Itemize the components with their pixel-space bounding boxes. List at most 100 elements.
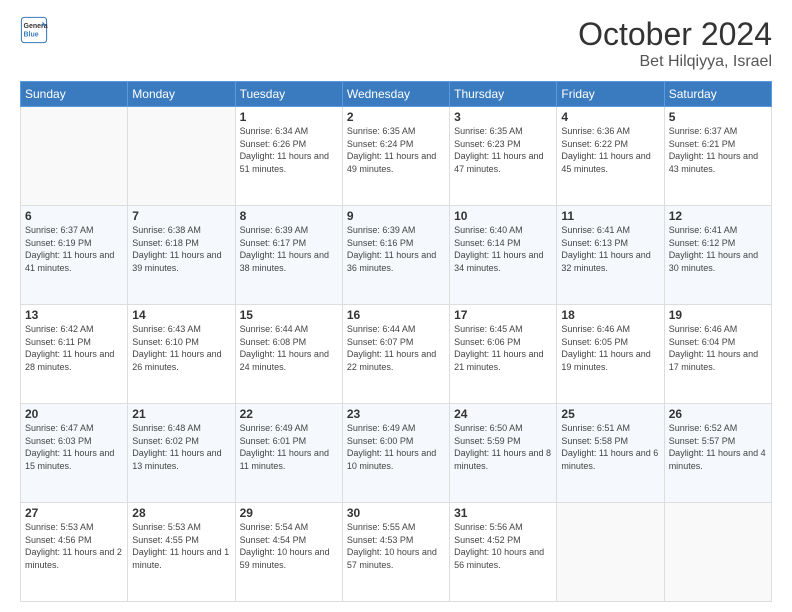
calendar-cell: 7Sunrise: 6:38 AMSunset: 6:18 PMDaylight… — [128, 206, 235, 305]
calendar-cell — [21, 107, 128, 206]
cell-info: Sunrise: 6:39 AMSunset: 6:17 PMDaylight:… — [240, 224, 338, 274]
calendar-cell: 17Sunrise: 6:45 AMSunset: 6:06 PMDayligh… — [450, 305, 557, 404]
day-number: 17 — [454, 308, 552, 322]
calendar-cell — [128, 107, 235, 206]
location-title: Bet Hilqiyya, Israel — [578, 53, 772, 71]
cell-info: Sunrise: 6:44 AMSunset: 6:07 PMDaylight:… — [347, 323, 445, 373]
calendar-week-row: 6Sunrise: 6:37 AMSunset: 6:19 PMDaylight… — [21, 206, 772, 305]
calendar-cell: 31Sunrise: 5:56 AMSunset: 4:52 PMDayligh… — [450, 503, 557, 602]
day-of-week-header: Thursday — [450, 82, 557, 107]
calendar-cell: 20Sunrise: 6:47 AMSunset: 6:03 PMDayligh… — [21, 404, 128, 503]
calendar-cell: 6Sunrise: 6:37 AMSunset: 6:19 PMDaylight… — [21, 206, 128, 305]
calendar-cell: 1Sunrise: 6:34 AMSunset: 6:26 PMDaylight… — [235, 107, 342, 206]
day-number: 28 — [132, 506, 230, 520]
title-block: October 2024 Bet Hilqiyya, Israel — [578, 16, 772, 71]
day-number: 12 — [669, 209, 767, 223]
month-title: October 2024 — [578, 16, 772, 53]
calendar-cell — [557, 503, 664, 602]
cell-info: Sunrise: 6:46 AMSunset: 6:04 PMDaylight:… — [669, 323, 767, 373]
day-number: 14 — [132, 308, 230, 322]
calendar-cell: 18Sunrise: 6:46 AMSunset: 6:05 PMDayligh… — [557, 305, 664, 404]
cell-info: Sunrise: 6:38 AMSunset: 6:18 PMDaylight:… — [132, 224, 230, 274]
calendar-cell: 5Sunrise: 6:37 AMSunset: 6:21 PMDaylight… — [664, 107, 771, 206]
cell-info: Sunrise: 5:53 AMSunset: 4:56 PMDaylight:… — [25, 521, 123, 571]
calendar-cell: 9Sunrise: 6:39 AMSunset: 6:16 PMDaylight… — [342, 206, 449, 305]
calendar-cell: 27Sunrise: 5:53 AMSunset: 4:56 PMDayligh… — [21, 503, 128, 602]
page: General Blue October 2024 Bet Hilqiyya, … — [0, 0, 792, 612]
cell-info: Sunrise: 6:50 AMSunset: 5:59 PMDaylight:… — [454, 422, 552, 472]
calendar-cell: 25Sunrise: 6:51 AMSunset: 5:58 PMDayligh… — [557, 404, 664, 503]
day-number: 25 — [561, 407, 659, 421]
calendar-cell: 19Sunrise: 6:46 AMSunset: 6:04 PMDayligh… — [664, 305, 771, 404]
calendar-cell: 23Sunrise: 6:49 AMSunset: 6:00 PMDayligh… — [342, 404, 449, 503]
day-number: 2 — [347, 110, 445, 124]
cell-info: Sunrise: 6:34 AMSunset: 6:26 PMDaylight:… — [240, 125, 338, 175]
cell-info: Sunrise: 6:37 AMSunset: 6:21 PMDaylight:… — [669, 125, 767, 175]
calendar-cell: 14Sunrise: 6:43 AMSunset: 6:10 PMDayligh… — [128, 305, 235, 404]
calendar-week-row: 13Sunrise: 6:42 AMSunset: 6:11 PMDayligh… — [21, 305, 772, 404]
calendar-cell: 16Sunrise: 6:44 AMSunset: 6:07 PMDayligh… — [342, 305, 449, 404]
calendar-cell: 3Sunrise: 6:35 AMSunset: 6:23 PMDaylight… — [450, 107, 557, 206]
day-number: 31 — [454, 506, 552, 520]
day-number: 8 — [240, 209, 338, 223]
day-number: 16 — [347, 308, 445, 322]
calendar-week-row: 20Sunrise: 6:47 AMSunset: 6:03 PMDayligh… — [21, 404, 772, 503]
day-number: 29 — [240, 506, 338, 520]
day-number: 1 — [240, 110, 338, 124]
calendar-cell: 4Sunrise: 6:36 AMSunset: 6:22 PMDaylight… — [557, 107, 664, 206]
cell-info: Sunrise: 6:41 AMSunset: 6:13 PMDaylight:… — [561, 224, 659, 274]
cell-info: Sunrise: 6:41 AMSunset: 6:12 PMDaylight:… — [669, 224, 767, 274]
day-number: 5 — [669, 110, 767, 124]
day-number: 18 — [561, 308, 659, 322]
day-number: 9 — [347, 209, 445, 223]
day-number: 10 — [454, 209, 552, 223]
day-number: 11 — [561, 209, 659, 223]
logo: General Blue — [20, 16, 48, 44]
logo-icon: General Blue — [20, 16, 48, 44]
cell-info: Sunrise: 6:43 AMSunset: 6:10 PMDaylight:… — [132, 323, 230, 373]
day-number: 27 — [25, 506, 123, 520]
calendar-cell: 12Sunrise: 6:41 AMSunset: 6:12 PMDayligh… — [664, 206, 771, 305]
day-of-week-header: Saturday — [664, 82, 771, 107]
day-number: 22 — [240, 407, 338, 421]
cell-info: Sunrise: 6:36 AMSunset: 6:22 PMDaylight:… — [561, 125, 659, 175]
cell-info: Sunrise: 6:35 AMSunset: 6:24 PMDaylight:… — [347, 125, 445, 175]
cell-info: Sunrise: 6:44 AMSunset: 6:08 PMDaylight:… — [240, 323, 338, 373]
day-number: 15 — [240, 308, 338, 322]
calendar-cell: 24Sunrise: 6:50 AMSunset: 5:59 PMDayligh… — [450, 404, 557, 503]
calendar-cell: 8Sunrise: 6:39 AMSunset: 6:17 PMDaylight… — [235, 206, 342, 305]
day-number: 21 — [132, 407, 230, 421]
calendar-cell: 22Sunrise: 6:49 AMSunset: 6:01 PMDayligh… — [235, 404, 342, 503]
day-number: 24 — [454, 407, 552, 421]
cell-info: Sunrise: 6:45 AMSunset: 6:06 PMDaylight:… — [454, 323, 552, 373]
day-number: 4 — [561, 110, 659, 124]
calendar-cell: 15Sunrise: 6:44 AMSunset: 6:08 PMDayligh… — [235, 305, 342, 404]
calendar-cell: 30Sunrise: 5:55 AMSunset: 4:53 PMDayligh… — [342, 503, 449, 602]
cell-info: Sunrise: 6:40 AMSunset: 6:14 PMDaylight:… — [454, 224, 552, 274]
day-number: 20 — [25, 407, 123, 421]
day-of-week-header: Tuesday — [235, 82, 342, 107]
calendar-cell: 11Sunrise: 6:41 AMSunset: 6:13 PMDayligh… — [557, 206, 664, 305]
calendar-cell: 26Sunrise: 6:52 AMSunset: 5:57 PMDayligh… — [664, 404, 771, 503]
day-number: 6 — [25, 209, 123, 223]
day-number: 3 — [454, 110, 552, 124]
day-number: 7 — [132, 209, 230, 223]
calendar-cell: 2Sunrise: 6:35 AMSunset: 6:24 PMDaylight… — [342, 107, 449, 206]
calendar-week-row: 1Sunrise: 6:34 AMSunset: 6:26 PMDaylight… — [21, 107, 772, 206]
cell-info: Sunrise: 5:56 AMSunset: 4:52 PMDaylight:… — [454, 521, 552, 571]
cell-info: Sunrise: 6:48 AMSunset: 6:02 PMDaylight:… — [132, 422, 230, 472]
day-number: 19 — [669, 308, 767, 322]
day-number: 23 — [347, 407, 445, 421]
cell-info: Sunrise: 6:42 AMSunset: 6:11 PMDaylight:… — [25, 323, 123, 373]
cell-info: Sunrise: 6:49 AMSunset: 6:01 PMDaylight:… — [240, 422, 338, 472]
calendar-cell: 28Sunrise: 5:53 AMSunset: 4:55 PMDayligh… — [128, 503, 235, 602]
cell-info: Sunrise: 6:51 AMSunset: 5:58 PMDaylight:… — [561, 422, 659, 472]
day-of-week-header: Wednesday — [342, 82, 449, 107]
cell-info: Sunrise: 5:55 AMSunset: 4:53 PMDaylight:… — [347, 521, 445, 571]
day-number: 26 — [669, 407, 767, 421]
day-number: 30 — [347, 506, 445, 520]
calendar-table: SundayMondayTuesdayWednesdayThursdayFrid… — [20, 81, 772, 602]
calendar-header-row: SundayMondayTuesdayWednesdayThursdayFrid… — [21, 82, 772, 107]
calendar-cell: 13Sunrise: 6:42 AMSunset: 6:11 PMDayligh… — [21, 305, 128, 404]
calendar-cell: 29Sunrise: 5:54 AMSunset: 4:54 PMDayligh… — [235, 503, 342, 602]
